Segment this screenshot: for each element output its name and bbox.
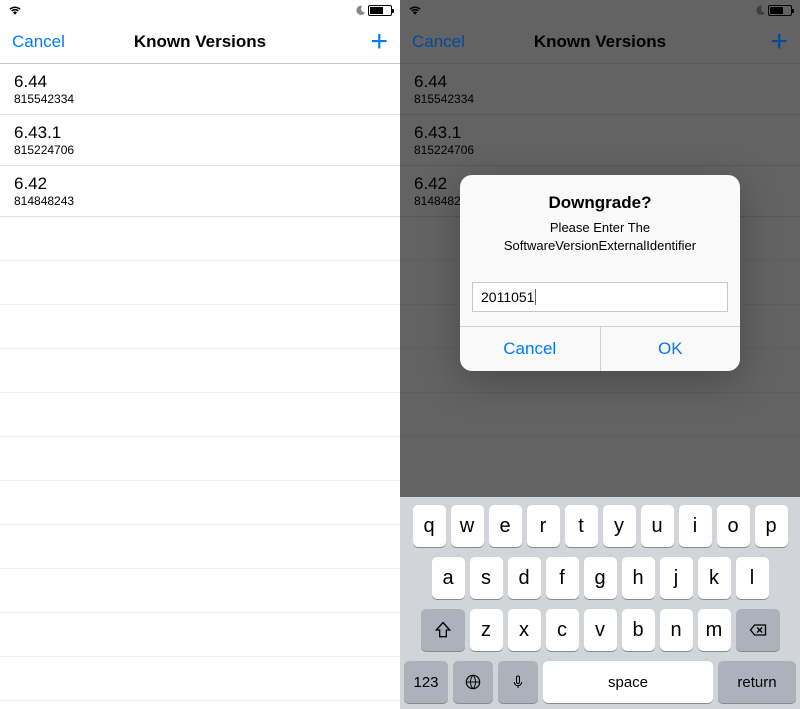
version-row[interactable]: 6.44 815542334 — [0, 64, 400, 115]
empty-row — [0, 437, 400, 481]
key-o[interactable]: o — [717, 505, 750, 547]
version-id: 815542334 — [14, 92, 386, 108]
backspace-key[interactable] — [736, 609, 780, 651]
key-u[interactable]: u — [641, 505, 674, 547]
key-y[interactable]: y — [603, 505, 636, 547]
status-bar — [0, 0, 400, 20]
key-t[interactable]: t — [565, 505, 598, 547]
version-name: 6.42 — [14, 174, 386, 194]
add-button[interactable]: + — [370, 27, 388, 57]
keyboard: q w e r t y u i o p a s d f g h j k l z — [400, 497, 800, 709]
version-name: 6.44 — [14, 72, 386, 92]
alert-message: Please Enter The SoftwareVersionExternal… — [476, 219, 724, 254]
key-k[interactable]: k — [698, 557, 731, 599]
empty-row — [0, 569, 400, 613]
dictation-key[interactable] — [498, 661, 538, 703]
empty-row — [0, 657, 400, 701]
version-id: 815224706 — [14, 143, 386, 159]
key-p[interactable]: p — [755, 505, 788, 547]
key-g[interactable]: g — [584, 557, 617, 599]
alert-cancel-button[interactable]: Cancel — [460, 327, 600, 371]
empty-row — [0, 613, 400, 657]
empty-row — [0, 349, 400, 393]
key-m[interactable]: m — [698, 609, 731, 651]
empty-row — [0, 393, 400, 437]
version-row[interactable]: 6.43.1 815224706 — [0, 115, 400, 166]
version-name: 6.43.1 — [14, 123, 386, 143]
versions-list: 6.44 815542334 6.43.1 815224706 6.42 814… — [0, 64, 400, 701]
key-q[interactable]: q — [413, 505, 446, 547]
key-f[interactable]: f — [546, 557, 579, 599]
battery-icon — [368, 5, 392, 16]
globe-key[interactable] — [453, 661, 493, 703]
alert-input[interactable]: 2011051 — [472, 282, 728, 312]
version-row[interactable]: 6.42 814848243 — [0, 166, 400, 217]
screen-left: Cancel Known Versions + 6.44 815542334 6… — [0, 0, 400, 709]
downgrade-alert: Downgrade? Please Enter The SoftwareVers… — [460, 175, 740, 371]
version-id: 814848243 — [14, 194, 386, 210]
empty-row — [0, 525, 400, 569]
key-w[interactable]: w — [451, 505, 484, 547]
alert-ok-button[interactable]: OK — [600, 327, 741, 371]
key-j[interactable]: j — [660, 557, 693, 599]
nav-bar: Cancel Known Versions + — [0, 20, 400, 64]
key-h[interactable]: h — [622, 557, 655, 599]
return-key[interactable]: return — [718, 661, 796, 703]
key-z[interactable]: z — [470, 609, 503, 651]
shift-key[interactable] — [421, 609, 465, 651]
keyboard-row-4: 123 space return — [404, 661, 796, 703]
space-key[interactable]: space — [543, 661, 713, 703]
empty-row — [0, 261, 400, 305]
page-title: Known Versions — [134, 32, 266, 52]
wifi-icon — [8, 5, 22, 16]
empty-row — [0, 305, 400, 349]
key-e[interactable]: e — [489, 505, 522, 547]
key-d[interactable]: d — [508, 557, 541, 599]
key-a[interactable]: a — [432, 557, 465, 599]
alert-input-value: 2011051 — [481, 289, 534, 305]
empty-row — [0, 217, 400, 261]
key-n[interactable]: n — [660, 609, 693, 651]
cancel-button[interactable]: Cancel — [12, 32, 65, 52]
screen-right: Cancel Known Versions + 6.44 815542334 6… — [400, 0, 800, 709]
keyboard-row-2: a s d f g h j k l — [404, 557, 796, 599]
numbers-key[interactable]: 123 — [404, 661, 448, 703]
key-c[interactable]: c — [546, 609, 579, 651]
keyboard-row-1: q w e r t y u i o p — [404, 505, 796, 547]
keyboard-row-3: z x c v b n m — [404, 609, 796, 651]
key-x[interactable]: x — [508, 609, 541, 651]
key-i[interactable]: i — [679, 505, 712, 547]
text-caret — [535, 289, 536, 305]
empty-row — [0, 481, 400, 525]
alert-title: Downgrade? — [476, 193, 724, 213]
dnd-moon-icon — [355, 5, 366, 16]
key-b[interactable]: b — [622, 609, 655, 651]
key-l[interactable]: l — [736, 557, 769, 599]
key-v[interactable]: v — [584, 609, 617, 651]
key-s[interactable]: s — [470, 557, 503, 599]
key-r[interactable]: r — [527, 505, 560, 547]
